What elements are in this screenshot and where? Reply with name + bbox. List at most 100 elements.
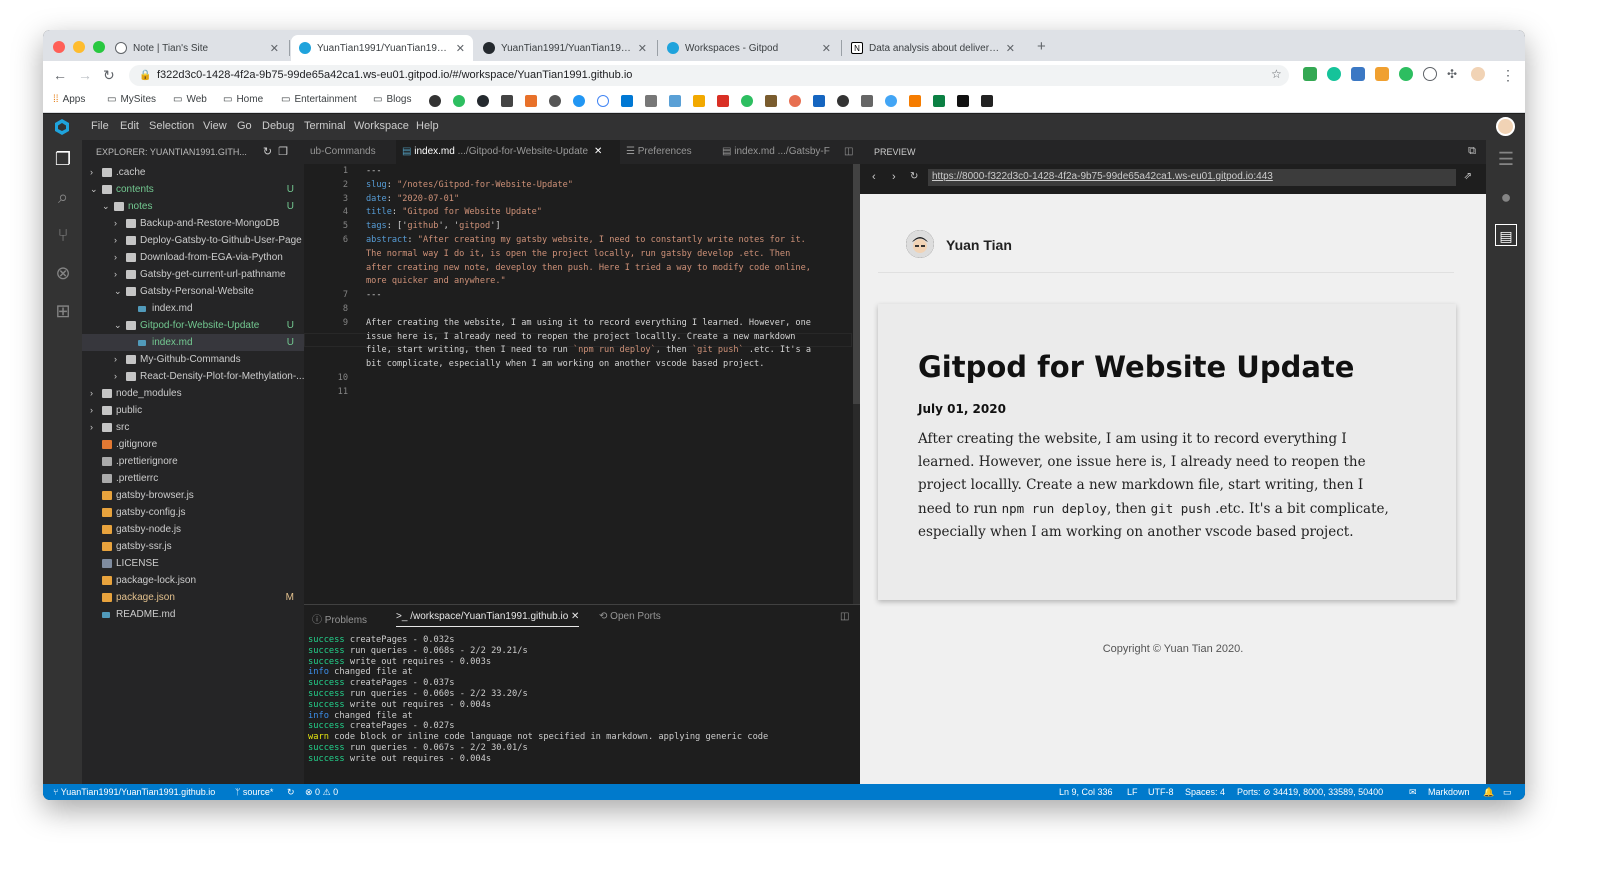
- bookmark-icon[interactable]: [525, 95, 537, 107]
- feedback-icon[interactable]: ✉: [1409, 784, 1417, 800]
- terminal-output[interactable]: success createPages - 0.032s success run …: [308, 635, 856, 765]
- github-icon[interactable]: ●: [1495, 186, 1517, 208]
- tree-item[interactable]: .prettierignore: [82, 453, 304, 470]
- close-tab-icon[interactable]: ✕: [594, 146, 602, 157]
- tab-problems[interactable]: ⓘ Problems: [312, 611, 367, 626]
- chevron-right-icon[interactable]: ›: [114, 232, 117, 249]
- bookmark-icon[interactable]: [789, 95, 801, 107]
- bookmark-icon[interactable]: [573, 95, 585, 107]
- chevron-right-icon[interactable]: ›: [114, 249, 117, 266]
- grammarly-icon[interactable]: [1327, 67, 1341, 81]
- tree-item[interactable]: gatsby-ssr.js: [82, 538, 304, 555]
- forward-icon[interactable]: →: [78, 67, 92, 83]
- close-tab-icon[interactable]: ✕: [822, 42, 831, 55]
- search-icon[interactable]: ⌕: [52, 186, 74, 208]
- tree-item[interactable]: ⌄ contents U: [82, 181, 304, 198]
- bookmark-icon[interactable]: [957, 95, 969, 107]
- tree-item[interactable]: ⌄ Gitpod-for-Website-Update U: [82, 317, 304, 334]
- explorer-actions[interactable]: ↻❐: [263, 145, 294, 158]
- branch-status[interactable]: ᛘ source*: [235, 784, 273, 800]
- tree-item[interactable]: › src: [82, 419, 304, 436]
- maximize-window-button[interactable]: [93, 41, 105, 53]
- tree-item[interactable]: › My-Github-Commands: [82, 351, 304, 368]
- bookmark-icon[interactable]: [717, 95, 729, 107]
- preview-back-icon[interactable]: ‹: [872, 171, 876, 183]
- close-window-button[interactable]: [53, 41, 65, 53]
- menu-edit[interactable]: Edit: [120, 120, 139, 132]
- bookmark-icon[interactable]: [765, 95, 777, 107]
- problems-status[interactable]: ⊗ 0 ⚠ 0: [305, 784, 338, 800]
- close-tab-icon[interactable]: ✕: [270, 42, 279, 55]
- menu-terminal[interactable]: Terminal: [304, 120, 346, 132]
- profile-avatar[interactable]: [1471, 67, 1485, 81]
- tree-item[interactable]: › Backup-and-Restore-MongoDB: [82, 215, 304, 232]
- bookmark-blogs[interactable]: ▭ Blogs: [373, 94, 411, 105]
- tree-item[interactable]: package-lock.json: [82, 572, 304, 589]
- tree-item[interactable]: gatsby-browser.js: [82, 487, 304, 504]
- chevron-right-icon[interactable]: ›: [114, 215, 117, 232]
- ports-status[interactable]: Ports: ⊘ 34419, 8000, 33589, 50400: [1237, 784, 1383, 800]
- bookmark-entertainment[interactable]: ▭ Entertainment: [281, 94, 357, 105]
- explorer-icon[interactable]: ❐: [52, 148, 74, 170]
- tree-item[interactable]: gatsby-node.js: [82, 521, 304, 538]
- editor-tab-index-gitpod[interactable]: ▤ index.md .../Gitpod-for-Website-Update…: [396, 140, 620, 164]
- maximize-panel-icon[interactable]: ◫: [840, 611, 849, 622]
- google-icon[interactable]: [597, 95, 609, 107]
- menu-view[interactable]: View: [203, 120, 227, 132]
- chevron-down-icon[interactable]: ⌄: [114, 283, 122, 300]
- bookmark-icon[interactable]: [669, 95, 681, 107]
- repo-status[interactable]: ⑂ YuanTian1991/YuanTian1991.github.io: [53, 784, 215, 800]
- tree-item[interactable]: › .cache: [82, 164, 304, 181]
- bookmark-icon[interactable]: [981, 95, 993, 107]
- menu-file[interactable]: File: [91, 120, 109, 132]
- bookmark-web[interactable]: ▭ Web: [173, 94, 207, 105]
- tree-item[interactable]: README.md: [82, 606, 304, 623]
- indent-status[interactable]: Spaces: 4: [1185, 784, 1225, 800]
- editor-tab-index-gatsby[interactable]: ▤ index.md .../Gatsby-F: [716, 140, 842, 164]
- evernote-icon[interactable]: [1399, 67, 1413, 81]
- bell-icon[interactable]: 🔔: [1483, 784, 1494, 800]
- preview-forward-icon[interactable]: ›: [892, 171, 896, 183]
- bookmark-icon[interactable]: [549, 95, 561, 107]
- bookmark-home[interactable]: ▭ Home: [223, 94, 263, 105]
- bookmark-icon[interactable]: [861, 95, 873, 107]
- site-name-link[interactable]: Yuan Tian: [946, 237, 1012, 253]
- tree-item[interactable]: › node_modules: [82, 385, 304, 402]
- bookmark-icon[interactable]: [645, 95, 657, 107]
- chevron-right-icon[interactable]: ›: [114, 368, 117, 385]
- tree-item[interactable]: › React-Density-Plot-for-Methylation-...: [82, 368, 304, 385]
- tree-item[interactable]: LICENSE: [82, 555, 304, 572]
- code-editor[interactable]: 1 --- 2 slug: "/notes/Gitpod-for-Website-Up…: [304, 164, 860, 604]
- new-tab-button[interactable]: +: [1037, 38, 1046, 55]
- minimize-window-button[interactable]: [73, 41, 85, 53]
- chevron-down-icon[interactable]: ⌄: [102, 198, 110, 215]
- tree-item[interactable]: .gitignore: [82, 436, 304, 453]
- evernote-icon[interactable]: [741, 95, 753, 107]
- open-preview-icon[interactable]: ⧉: [1468, 145, 1476, 158]
- bookmark-icon[interactable]: [453, 95, 465, 107]
- bookmark-apps[interactable]: ⁞⁞ Apps: [53, 94, 85, 105]
- back-icon[interactable]: ←: [53, 67, 67, 83]
- chevron-right-icon[interactable]: ›: [90, 385, 93, 402]
- encoding-status[interactable]: UTF-8: [1148, 784, 1174, 800]
- menu-debug[interactable]: Debug: [262, 120, 294, 132]
- editor-scrollbar[interactable]: [853, 164, 860, 604]
- chevron-down-icon[interactable]: ⌄: [114, 317, 122, 334]
- chevron-right-icon[interactable]: ›: [90, 419, 93, 436]
- browser-tab-4[interactable]: Workspaces - Gitpod ✕: [659, 35, 839, 61]
- eol-status[interactable]: LF: [1127, 784, 1138, 800]
- tree-item[interactable]: index.md U: [82, 334, 304, 351]
- chevron-right-icon[interactable]: ›: [90, 402, 93, 419]
- menu-selection[interactable]: Selection: [149, 120, 194, 132]
- bookmark-icon[interactable]: [885, 95, 897, 107]
- language-status[interactable]: Markdown: [1428, 784, 1470, 800]
- preview-icon[interactable]: ▤: [1495, 224, 1517, 246]
- tree-item[interactable]: › public: [82, 402, 304, 419]
- extension-icon[interactable]: [1375, 67, 1389, 81]
- chevron-down-icon[interactable]: ⌄: [90, 181, 98, 198]
- bookmark-icon[interactable]: [693, 95, 705, 107]
- sync-icon[interactable]: ↻: [287, 784, 295, 800]
- tree-item[interactable]: gatsby-config.js: [82, 504, 304, 521]
- external-link-icon[interactable]: ⇗: [1464, 171, 1472, 182]
- extension-icon[interactable]: [1351, 67, 1365, 81]
